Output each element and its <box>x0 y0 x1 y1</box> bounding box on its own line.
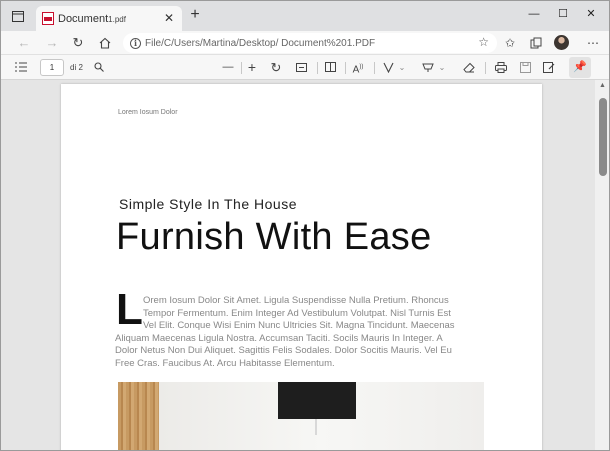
body-line: Vel Elit. Conque Wisi Enim Nunc Ultricie… <box>143 320 455 331</box>
pdf-toolbar: 1 di 2 — + ↻ A)) ⌄ ⌄ 📌 <box>1 55 609 80</box>
profile-avatar[interactable] <box>554 35 569 50</box>
info-icon[interactable]: i <box>130 37 141 49</box>
toolbar-divider <box>317 62 318 74</box>
body-line: Dolor Netus Non Dui Aliquet. Sagittis Fe… <box>115 345 452 356</box>
tab-title: Document 1.pdf <box>58 13 126 25</box>
page-total-label: di 2 <box>70 63 83 72</box>
collections-icon[interactable] <box>527 34 545 52</box>
url-text[interactable]: File/C/Users/Martina/Desktop/ Document%2… <box>145 38 375 49</box>
search-icon[interactable] <box>92 59 106 76</box>
body-line: Free Cras. Faucibus At. Arcu Habitasse E… <box>115 357 335 369</box>
tab-title-main: Document <box>58 12 109 25</box>
body-line: Orem Iosum Dolor Sit Amet. Ligula Suspen… <box>143 295 449 306</box>
document-subtitle: Simple Style In The House <box>119 196 297 212</box>
tab-bar: Document 1.pdf ✕ + — ☐ ✕ <box>1 1 609 31</box>
erase-icon[interactable] <box>461 59 477 76</box>
favorite-star-icon[interactable]: ☆ <box>478 35 489 49</box>
document-body-text: Orem Iosum Dolor Sit Amet. Ligula Suspen… <box>115 295 470 370</box>
interior-photo <box>118 382 484 450</box>
save-icon[interactable] <box>518 59 532 76</box>
zoom-in-icon[interactable]: + <box>245 59 259 76</box>
new-tab-button[interactable]: + <box>187 7 203 23</box>
highlight-icon[interactable] <box>421 59 435 76</box>
maximize-button[interactable]: ☐ <box>551 5 575 23</box>
toolbar-divider <box>374 62 375 74</box>
zoom-out-icon[interactable]: — <box>221 59 235 76</box>
toolbar-divider <box>241 62 242 74</box>
more-menu-icon[interactable]: ⋯ <box>584 34 602 52</box>
home-icon[interactable] <box>96 34 114 52</box>
navigation-bar: ← → ↻ i File/C/Users/Martina/Desktop/ Do… <box>1 31 609 55</box>
forward-arrow-icon[interactable]: → <box>43 34 61 52</box>
pin-toolbar-icon[interactable]: 📌 <box>569 57 591 78</box>
fit-page-icon[interactable] <box>294 59 308 76</box>
page-number-input[interactable]: 1 <box>40 59 64 76</box>
read-aloud-icon[interactable]: A)) <box>350 59 366 76</box>
body-line: Tempor Fermentum. Enim Integer Ad Vestib… <box>143 307 451 319</box>
save-as-icon[interactable] <box>542 59 556 76</box>
pdf-file-icon <box>42 12 54 25</box>
tab-actions-button[interactable] <box>9 8 27 24</box>
chevron-down-icon[interactable]: ⌄ <box>437 59 447 76</box>
tv-mount <box>315 419 317 435</box>
print-icon[interactable] <box>494 59 508 76</box>
table-of-contents-icon[interactable] <box>13 59 29 76</box>
draw-icon[interactable] <box>381 59 395 76</box>
rotate-icon[interactable]: ↻ <box>269 59 283 76</box>
pdf-page: Lorem Iosum Dolor Simple Style In The Ho… <box>61 84 542 450</box>
close-window-button[interactable]: ✕ <box>579 5 603 23</box>
document-header-text: Lorem Iosum Dolor <box>118 109 178 116</box>
pdf-viewport[interactable]: Lorem Iosum Dolor Simple Style In The Ho… <box>1 80 595 450</box>
television <box>278 382 356 419</box>
document-title: Furnish With Ease <box>116 216 432 258</box>
body-line: Aliquam Maecenas Ligula Nostra. Accumsan… <box>115 332 443 344</box>
toolbar-divider <box>345 62 346 74</box>
back-arrow-icon[interactable]: ← <box>15 34 33 52</box>
tab-actions-icon <box>12 10 24 22</box>
address-bar[interactable]: i File/C/Users/Martina/Desktop/ Document… <box>123 33 497 53</box>
chevron-down-icon[interactable]: ⌄ <box>397 59 407 76</box>
page-view-icon[interactable] <box>323 59 337 76</box>
scroll-up-icon[interactable]: ▲ <box>599 82 606 89</box>
toolbar-divider <box>485 62 486 74</box>
scroll-thumb[interactable] <box>599 98 607 176</box>
wood-panel <box>118 382 159 450</box>
minimize-button[interactable]: — <box>522 5 546 23</box>
refresh-icon[interactable]: ↻ <box>69 34 87 52</box>
browser-window: Document 1.pdf ✕ + — ☐ ✕ ← → ↻ i File/C/U… <box>0 0 610 451</box>
tab-title-sub: 1.pdf <box>108 14 126 24</box>
tab-close-icon[interactable]: ✕ <box>162 11 176 25</box>
tab-document[interactable]: Document 1.pdf ✕ <box>36 6 182 31</box>
vertical-scrollbar[interactable]: ▲ <box>595 80 609 450</box>
favorites-icon[interactable]: ✩ <box>501 34 519 52</box>
